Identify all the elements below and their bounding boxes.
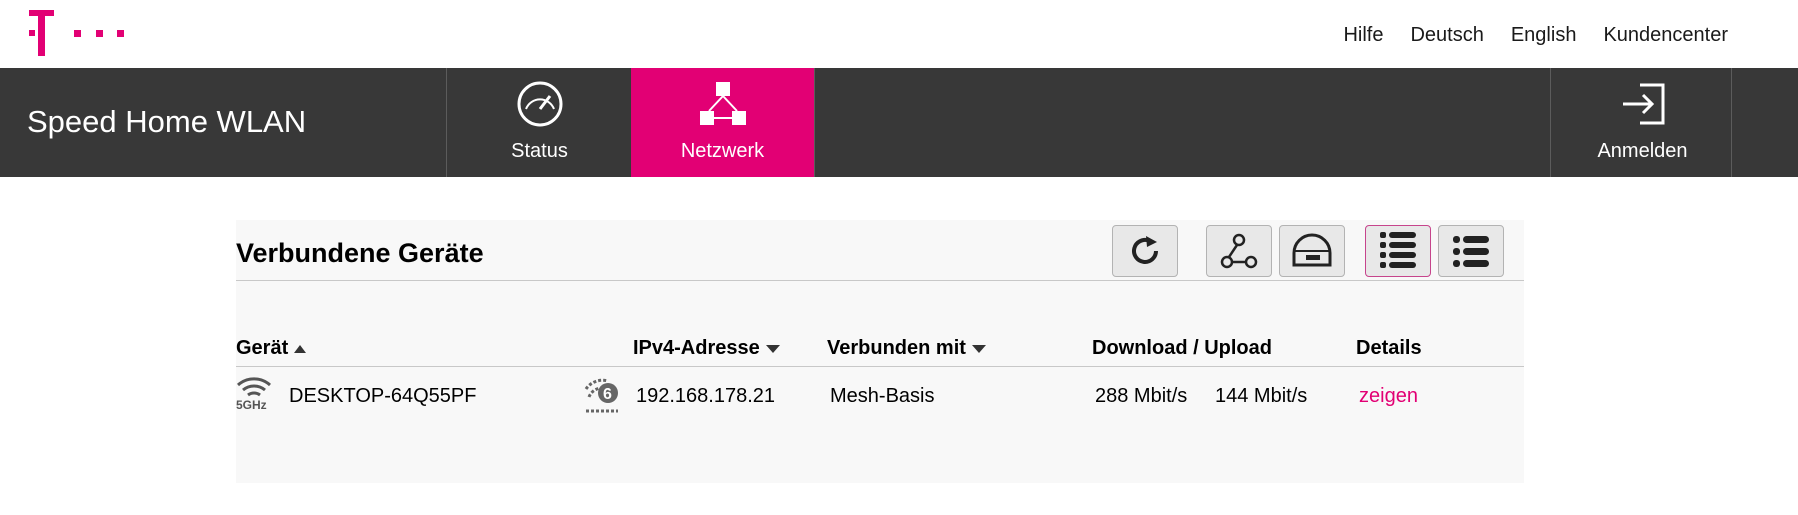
table-row: 5GHz DESKTOP-64Q55PF 6 192.168.178.21 Me… (236, 368, 1524, 422)
mesh-view-button[interactable] (1206, 225, 1272, 277)
nav-divider (446, 68, 447, 177)
customer-center-link[interactable]: Kundencenter (1603, 24, 1728, 47)
tab-netzwerk-label: Netzwerk (680, 140, 765, 162)
column-speed-header: Download / Upload (1092, 337, 1272, 360)
connected-devices-panel: Verbundene Geräte Gerät IPv4-Adresse Ver… (236, 220, 1524, 483)
tab-status[interactable]: Status (448, 68, 631, 177)
details-link[interactable]: zeigen (1359, 385, 1418, 408)
table-header: Gerät IPv4-Adresse Verbunden mit Downloa… (236, 337, 1524, 367)
telekom-logo[interactable] (29, 10, 129, 56)
tab-netzwerk[interactable]: Netzwerk (631, 68, 814, 177)
list-view-icon (1380, 232, 1416, 268)
speedometer-icon (517, 81, 562, 127)
column-label: Verbunden mit (827, 337, 966, 359)
detail-list-view-icon (1453, 236, 1489, 267)
detail-list-view-button[interactable] (1438, 225, 1504, 277)
column-label: Download / Upload (1092, 337, 1272, 359)
column-label: Gerät (236, 337, 289, 359)
tab-status-label: Status (511, 140, 568, 162)
login-icon (1622, 83, 1664, 125)
sort-desc-icon (971, 344, 986, 353)
wifi6-icon: 6 (584, 378, 618, 413)
mesh-topology-icon (1220, 233, 1258, 269)
wifi-band-label: 5GHz (236, 398, 267, 410)
panel-header: Verbundene Geräte (236, 220, 1524, 281)
column-label: Details (1356, 337, 1422, 359)
nav-divider (814, 68, 815, 177)
lang-deutsch-link[interactable]: Deutsch (1410, 24, 1483, 47)
lang-english-link[interactable]: English (1511, 24, 1577, 47)
login-label: Anmelden (1597, 140, 1688, 162)
sort-asc-icon (294, 344, 307, 353)
download-rate: 288 Mbit/s (1095, 385, 1188, 407)
network-icon (699, 82, 746, 125)
upload-rate: 144 Mbit/s (1215, 385, 1308, 407)
router-view-button[interactable] (1279, 225, 1345, 277)
router-icon (1292, 233, 1332, 267)
top-bar: Hilfe Deutsch English Kundencenter (0, 0, 1798, 68)
ip-address: 192.168.178.21 (636, 385, 776, 407)
column-label: IPv4-Adresse (633, 337, 760, 359)
refresh-icon (1132, 236, 1158, 264)
login-button[interactable]: Anmelden (1551, 68, 1734, 177)
app-title: Speed Home WLAN (27, 104, 307, 139)
wifi6-label: 6 (603, 386, 612, 403)
refresh-button[interactable] (1112, 225, 1178, 277)
connected-to: Mesh-Basis (830, 385, 935, 407)
main-nav: Speed Home WLAN Status Netzwerk Anmelden (0, 68, 1798, 177)
column-connected-header[interactable]: Verbunden mit (827, 337, 986, 360)
header-links: Hilfe Deutsch English Kundencenter (1343, 24, 1728, 47)
wifi-5ghz-icon: 5GHz (236, 377, 271, 410)
nav-divider (1731, 68, 1732, 177)
list-view-button[interactable] (1365, 225, 1431, 277)
panel-title: Verbundene Geräte (236, 238, 484, 268)
device-name: DESKTOP-64Q55PF (289, 385, 477, 407)
sort-desc-icon (765, 344, 780, 353)
column-ip-header[interactable]: IPv4-Adresse (633, 337, 780, 360)
column-details-header: Details (1356, 337, 1422, 360)
help-link[interactable]: Hilfe (1343, 24, 1383, 47)
column-device-header[interactable]: Gerät (236, 337, 307, 360)
